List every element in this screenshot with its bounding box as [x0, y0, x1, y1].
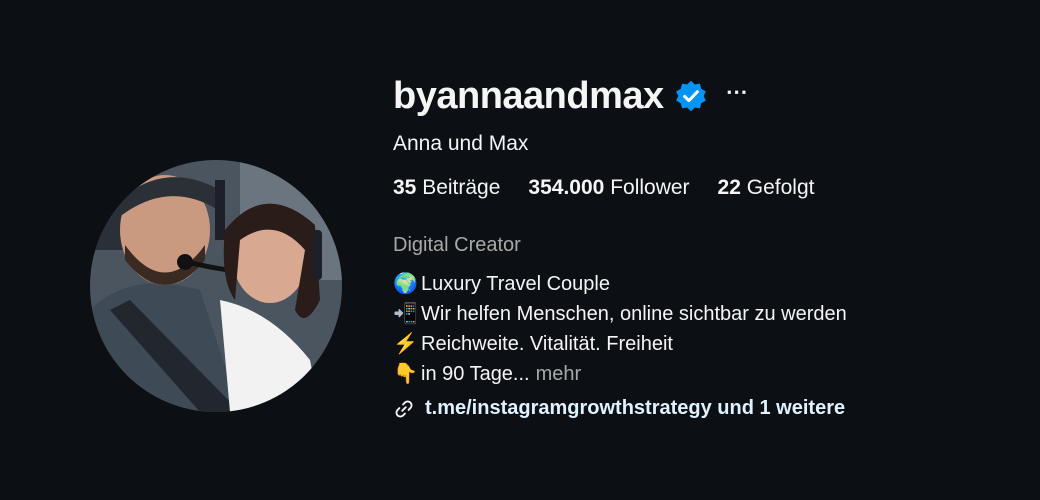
bio-line: 📲 Wir helfen Menschen, online sichtbar z…: [393, 299, 1013, 329]
link-text: t.me/instagramgrowthstrategy und 1 weite…: [425, 397, 846, 419]
bio-line-text: Luxury Travel Couple: [421, 273, 610, 295]
posts-count: 35: [393, 176, 417, 199]
bio-line-text: Wir helfen Menschen, online sichtbar zu …: [421, 303, 847, 325]
posts-stat[interactable]: 35 Beiträge: [393, 176, 500, 200]
profile-info: byannaandmax ⋯ Anna und Max 35 Beiträge …: [393, 72, 1013, 420]
link-icon: [393, 398, 415, 420]
username-row: byannaandmax ⋯: [393, 72, 1013, 120]
external-link[interactable]: t.me/instagramgrowthstrategy und 1 weite…: [393, 397, 1013, 420]
following-label: Gefolgt: [746, 176, 815, 199]
followers-label: Follower: [610, 176, 690, 199]
full-name: Anna und Max: [393, 132, 529, 155]
phone-arrow-icon: 📲: [393, 303, 418, 325]
globe-icon: 🌍: [393, 273, 418, 295]
following-count: 22: [717, 176, 741, 199]
following-stat[interactable]: 22 Gefolgt: [718, 176, 815, 200]
bio-line: ⚡ Reichweite. Vitalität. Freiheit: [393, 329, 1013, 359]
posts-label: Beiträge: [422, 176, 501, 199]
followers-stat[interactable]: 354.000 Follower: [528, 176, 689, 200]
username: byannaandmax: [393, 74, 664, 117]
followers-count: 354.000: [528, 176, 605, 199]
lightning-icon: ⚡: [393, 333, 418, 355]
bio: 🌍 Luxury Travel Couple 📲 Wir helfen Mens…: [393, 269, 1013, 389]
bio-line-text: Reichweite. Vitalität. Freiheit: [421, 333, 673, 355]
profile-category: Digital Creator: [393, 234, 521, 256]
bio-line: 🌍 Luxury Travel Couple: [393, 269, 1013, 299]
more-options-button[interactable]: ⋯: [726, 81, 749, 111]
bio-line: 👇 in 90 Tage... mehr: [393, 359, 1013, 389]
profile-avatar[interactable]: [90, 160, 342, 412]
profile-stats: 35 Beiträge 354.000 Follower 22 Gefolgt: [393, 176, 1013, 200]
bio-line-text: in 90 Tage...: [421, 363, 530, 385]
bio-more-link[interactable]: mehr: [536, 359, 582, 389]
verified-badge-icon: [674, 79, 708, 113]
pointing-down-icon: 👇: [393, 363, 418, 385]
profile-header: byannaandmax ⋯ Anna und Max 35 Beiträge …: [0, 0, 1040, 500]
avatar-photo: [90, 160, 342, 412]
